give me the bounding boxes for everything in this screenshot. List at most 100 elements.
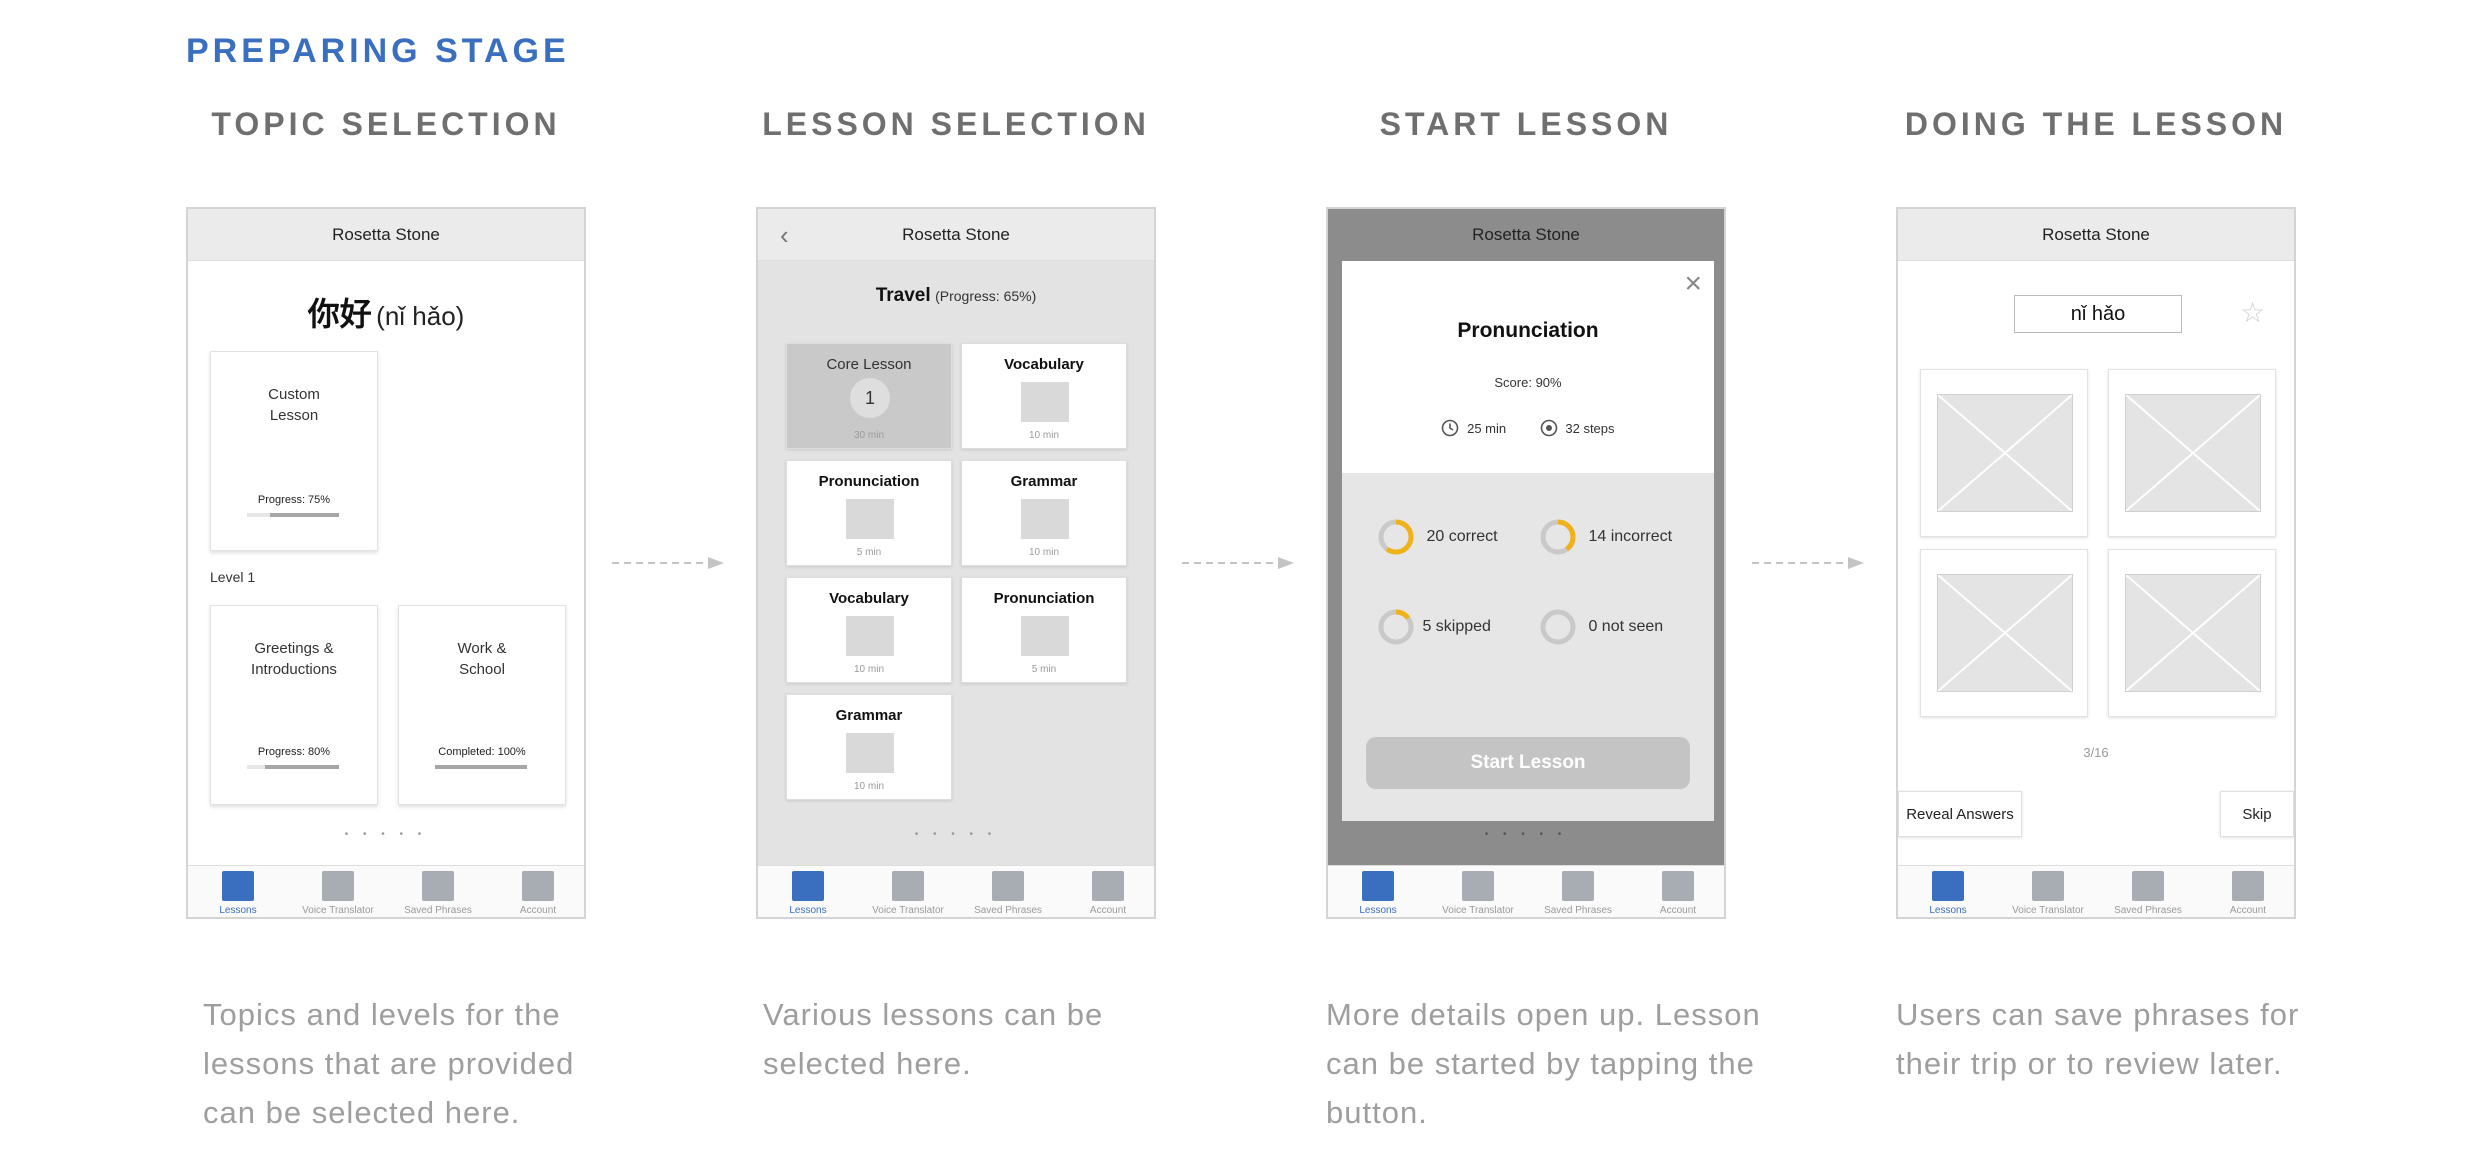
image-placeholder-icon bbox=[1937, 394, 2073, 512]
tab-label: Saved Phrases bbox=[974, 905, 1042, 916]
card-title-line: Introductions bbox=[251, 661, 337, 678]
lesson-title: Pronunciation bbox=[818, 473, 920, 490]
voice-translator-icon bbox=[1462, 871, 1494, 901]
description-line: can be selected here. bbox=[203, 1095, 521, 1130]
progress-label: Progress: 80% bbox=[257, 746, 331, 758]
step-title-topic-selection: TOPIC SELECTION bbox=[211, 106, 561, 142]
topic-card-greetings[interactable]: Greetings & Introductions Progress: 80% bbox=[210, 605, 378, 805]
incorrect-donut bbox=[1540, 519, 1576, 555]
greeting-pinyin: (nǐ hǎo) bbox=[376, 301, 465, 331]
stat-not-seen: 0 not seen bbox=[1538, 607, 1663, 647]
stat-incorrect: 14 incorrect bbox=[1538, 517, 1672, 557]
description-line: selected here. bbox=[763, 1046, 972, 1081]
star-icon[interactable]: ☆ bbox=[2240, 295, 2265, 331]
tab-lessons[interactable]: Lessons bbox=[1898, 866, 1998, 917]
tab-account[interactable]: Account bbox=[488, 866, 584, 917]
tab-lessons[interactable]: Lessons bbox=[1328, 866, 1428, 917]
start-lesson-button[interactable]: Start Lesson bbox=[1366, 737, 1690, 789]
phrase-field: nǐ hǎo bbox=[2014, 295, 2182, 333]
tab-label: Account bbox=[519, 905, 557, 916]
tab-voice-translator[interactable]: Voice Translator bbox=[288, 866, 388, 917]
tab-label: Lessons bbox=[789, 905, 827, 916]
lesson-thumbnail bbox=[846, 733, 894, 773]
description-line: button. bbox=[1326, 1095, 1428, 1130]
doing-lesson-screen: Rosetta Stone nǐ hǎo ☆ 3/16 Reveal Answe… bbox=[1896, 207, 2296, 919]
tab-label: Voice Translator bbox=[2012, 905, 2084, 916]
tab-saved-phrases[interactable]: Saved Phrases bbox=[958, 866, 1058, 917]
tab-lessons[interactable]: Lessons bbox=[758, 866, 858, 917]
tab-lessons[interactable]: Lessons bbox=[188, 866, 288, 917]
app-header: Rosetta Stone bbox=[1328, 209, 1724, 261]
skip-button[interactable]: Skip bbox=[2220, 791, 2294, 837]
stat-label: 20 correct bbox=[1426, 528, 1498, 546]
back-chevron-icon[interactable]: ‹ bbox=[780, 209, 789, 261]
topic-heading: Travel (Progress: 65%) bbox=[758, 285, 1154, 307]
tab-saved-phrases[interactable]: Saved Phrases bbox=[2098, 866, 2198, 917]
lesson-duration: 10 min bbox=[1028, 430, 1059, 441]
saved-phrases-icon bbox=[2132, 871, 2164, 901]
lesson-card-pronunciation[interactable]: Pronunciation 5 min bbox=[961, 577, 1127, 683]
answer-image-option[interactable] bbox=[1920, 369, 2088, 537]
lesson-thumbnail bbox=[1021, 382, 1069, 422]
correct-donut bbox=[1378, 519, 1414, 555]
lesson-title: Grammar bbox=[835, 707, 903, 724]
stat-correct: 20 correct bbox=[1376, 517, 1498, 557]
close-icon[interactable]: × bbox=[1684, 267, 1702, 301]
step-description-lesson-selection: Various lessons can be selected here. bbox=[763, 990, 1103, 1088]
tab-voice-translator[interactable]: Voice Translator bbox=[1428, 866, 1528, 917]
answer-image-option[interactable] bbox=[1920, 549, 2088, 717]
level-label: Level 1 bbox=[210, 569, 256, 585]
lesson-number: 1 bbox=[850, 378, 890, 418]
lesson-detail-modal: × Pronunciation Score: 90% 25 min 32 ste… bbox=[1342, 261, 1714, 821]
tab-account[interactable]: Account bbox=[1058, 866, 1154, 917]
lesson-card-vocabulary[interactable]: Vocabulary 10 min bbox=[786, 577, 952, 683]
progress-fill bbox=[435, 765, 527, 769]
topic-name: Travel bbox=[875, 285, 931, 306]
tab-voice-translator[interactable]: Voice Translator bbox=[858, 866, 958, 917]
question-counter: 3/16 bbox=[2083, 745, 2109, 760]
tab-label: Saved Phrases bbox=[2114, 905, 2182, 916]
tab-bar: Lessons Voice Translator Saved Phrases A… bbox=[188, 865, 584, 917]
tab-saved-phrases[interactable]: Saved Phrases bbox=[388, 866, 488, 917]
topic-card-work-school[interactable]: Work & School Completed: 100% bbox=[398, 605, 566, 805]
greeting-hanzi: 你好 bbox=[307, 295, 372, 333]
app-header: ‹ Rosetta Stone bbox=[758, 209, 1154, 261]
tab-voice-translator[interactable]: Voice Translator bbox=[1998, 866, 2098, 917]
skipped-donut bbox=[1378, 609, 1414, 645]
lesson-card-pronunciation[interactable]: Pronunciation 5 min bbox=[786, 460, 952, 566]
step-description-topic-selection: Topics and levels for the lessons that a… bbox=[203, 990, 574, 1137]
answer-image-option[interactable] bbox=[2108, 549, 2276, 717]
lesson-title: Vocabulary bbox=[829, 590, 909, 607]
lesson-thumbnail bbox=[846, 616, 894, 656]
lesson-card-grammar[interactable]: Grammar 10 min bbox=[961, 460, 1127, 566]
lesson-card-core[interactable]: Core Lesson 1 30 min bbox=[786, 343, 952, 449]
tab-account[interactable]: Account bbox=[1628, 866, 1724, 917]
stat-skipped: 5 skipped bbox=[1376, 607, 1491, 647]
tab-label: Lessons bbox=[1929, 905, 1967, 916]
answer-image-option[interactable] bbox=[2108, 369, 2276, 537]
image-placeholder-icon bbox=[2125, 394, 2261, 512]
lesson-card-grammar[interactable]: Grammar 10 min bbox=[786, 694, 952, 800]
tab-account[interactable]: Account bbox=[2198, 866, 2294, 917]
stats-panel: 20 correct 14 incorrect 5 skipped 0 not … bbox=[1342, 473, 1714, 821]
saved-phrases-icon bbox=[422, 871, 454, 901]
reveal-answers-button[interactable]: Reveal Answers bbox=[1898, 791, 2022, 837]
card-title-line: Work & bbox=[457, 640, 507, 657]
custom-lesson-card[interactable]: Custom Lesson Progress: 75% bbox=[210, 351, 378, 551]
lesson-card-vocabulary[interactable]: Vocabulary 10 min bbox=[961, 343, 1127, 449]
tab-label: Lessons bbox=[219, 905, 257, 916]
lesson-duration: 5 min bbox=[856, 547, 882, 558]
tab-label: Lessons bbox=[1359, 905, 1397, 916]
saved-phrases-icon bbox=[1562, 871, 1594, 901]
flow-arrow bbox=[1752, 557, 1864, 569]
lesson-duration: 30 min bbox=[853, 430, 884, 441]
greeting-heading: 你好 (nǐ hǎo) bbox=[188, 289, 584, 335]
step-title-doing-lesson: DOING THE LESSON bbox=[1904, 106, 2288, 142]
app-title: Rosetta Stone bbox=[902, 225, 1010, 244]
tab-saved-phrases[interactable]: Saved Phrases bbox=[1528, 866, 1628, 917]
tab-label: Saved Phrases bbox=[1544, 905, 1612, 916]
description-line: Topics and levels for the bbox=[203, 997, 561, 1032]
card-title-line: Greetings & bbox=[254, 640, 334, 657]
tab-label: Account bbox=[1089, 905, 1127, 916]
lesson-thumbnail bbox=[1021, 616, 1069, 656]
